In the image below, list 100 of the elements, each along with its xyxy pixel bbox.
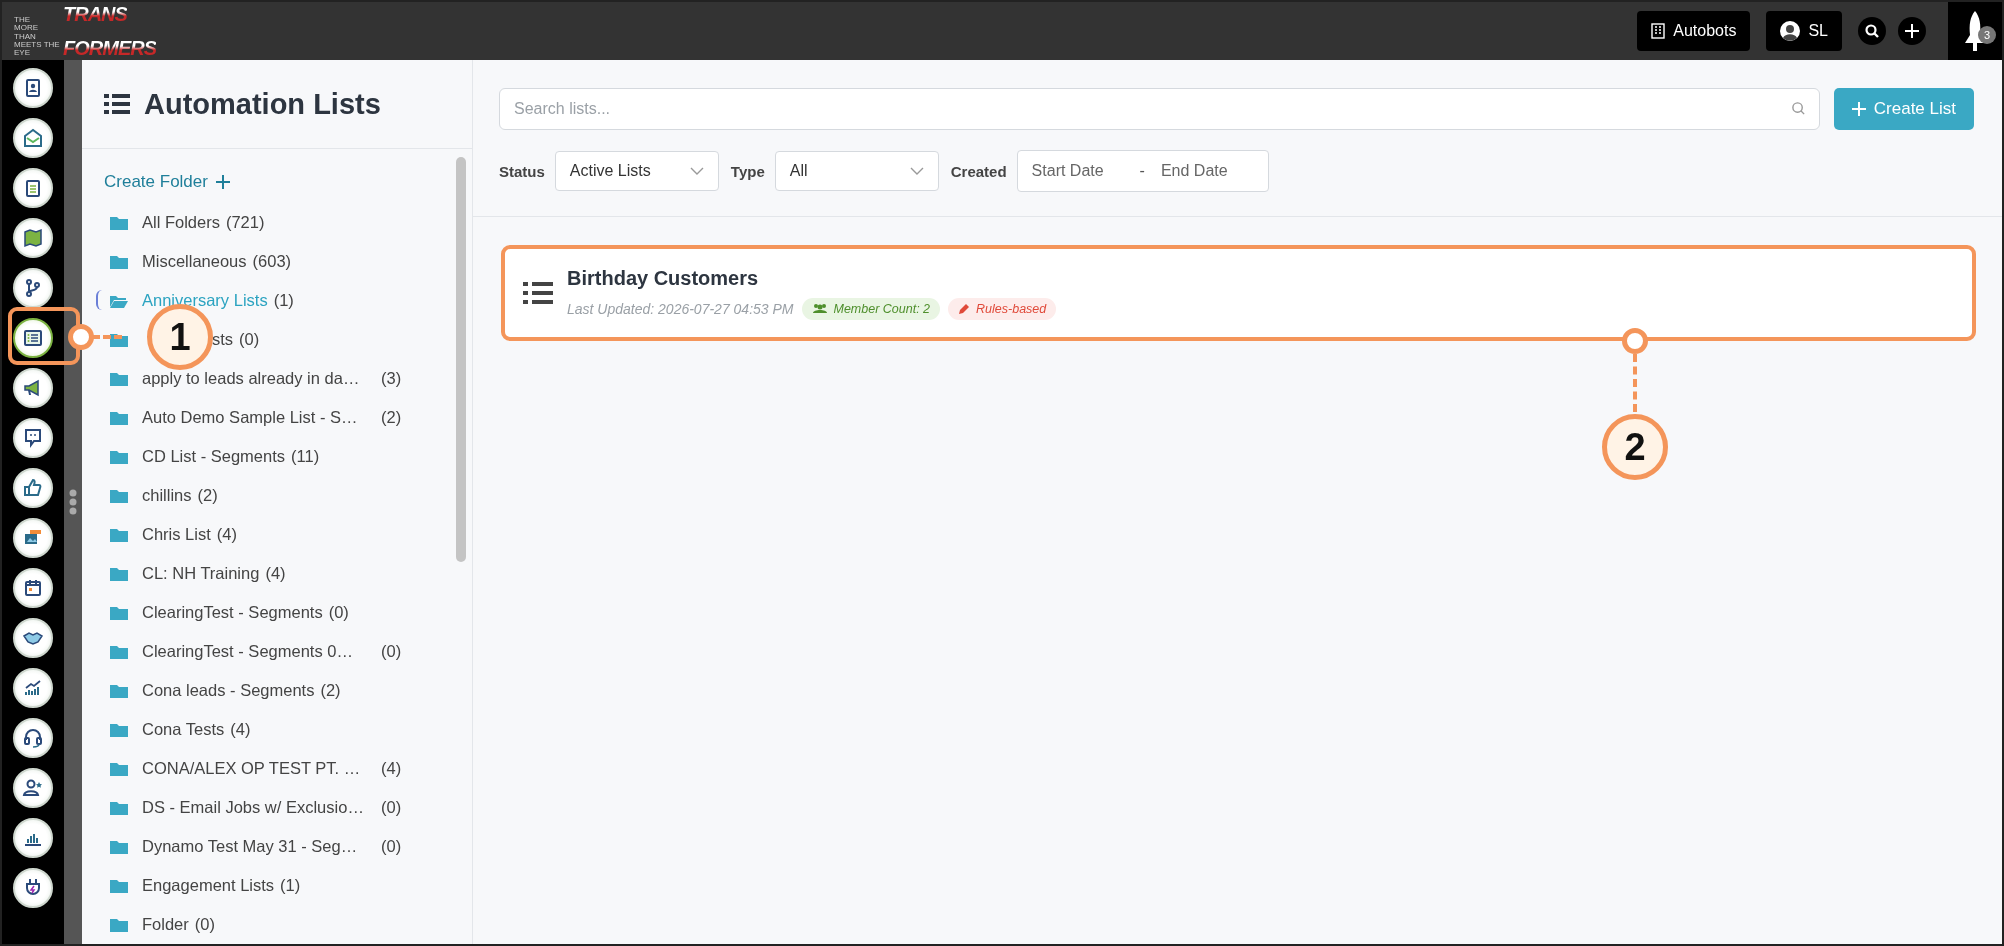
folder-icon: [110, 761, 128, 776]
folder-item[interactable]: Engagement Lists: [142, 876, 275, 895]
filter-label: Type: [730, 162, 765, 180]
map-icon: [21, 226, 45, 250]
folder-item[interactable]: Dynamo Test May 31 - Seg…: [142, 837, 367, 856]
list-icon: [104, 93, 130, 115]
folder-count: (11): [291, 447, 320, 466]
folder-count: (603): [252, 252, 292, 271]
folder-count: (4): [230, 720, 251, 739]
end-date-field[interactable]: End Date: [1158, 161, 1255, 181]
plus-icon: [1851, 102, 1866, 116]
type-dropdown[interactable]: All: [774, 151, 939, 191]
folder-count: (721): [225, 213, 265, 232]
folder-count: (4): [381, 759, 402, 778]
folder-item[interactable]: ClearingTest - Segments: [142, 603, 323, 622]
filter-label: Created: [950, 162, 1007, 180]
folder-item[interactable]: DS - Email Jobs w/ Exclusio…: [142, 798, 367, 817]
open-folder-icon: [110, 293, 128, 308]
nav-button[interactable]: [13, 268, 53, 308]
nav-button[interactable]: [13, 368, 53, 408]
list-icon: [523, 281, 553, 305]
nav-button[interactable]: [13, 618, 53, 658]
folder-item[interactable]: Cona leads - Segments: [142, 681, 315, 700]
folder-item[interactable]: apply to leads already in da…: [142, 369, 367, 388]
folder-count: (0): [194, 915, 215, 934]
folder-icon: [110, 215, 128, 230]
folder-item[interactable]: CONA/ALEX OP TEST PT. …: [142, 759, 367, 778]
nav-button[interactable]: [13, 818, 53, 858]
search-icon: [1790, 101, 1806, 116]
folder-count: (2): [197, 486, 218, 505]
rules-tag: Rules-based: [948, 297, 1057, 320]
user-button[interactable]: SL: [1766, 11, 1842, 51]
folder-icon: [110, 683, 128, 698]
plus-icon: [215, 175, 230, 189]
drag-handle-icon[interactable]: [69, 489, 77, 515]
notification-badge: 3: [1978, 26, 1996, 44]
folder-icon: [110, 449, 128, 464]
tag-icon: [958, 302, 971, 315]
folder-icon: [110, 254, 128, 269]
folder-count: (0): [381, 837, 402, 856]
callout-number: 2: [1602, 414, 1668, 480]
folder-icon: [110, 527, 128, 542]
search-icon: [1864, 23, 1880, 39]
folder-item[interactable]: ClearingTest - Segments 0…: [142, 642, 367, 661]
nav-button[interactable]: [13, 118, 53, 158]
folder-item[interactable]: CL: NH Training: [142, 564, 260, 583]
nav-button[interactable]: [13, 518, 53, 558]
search-button[interactable]: [1858, 17, 1886, 45]
scrollbar-thumb[interactable]: [456, 157, 466, 562]
chevron-down-icon: [909, 167, 924, 175]
add-button[interactable]: [1898, 17, 1926, 45]
folder-icon: [110, 878, 128, 893]
building-icon: [1651, 23, 1666, 39]
start-date-field[interactable]: Start Date: [1029, 161, 1126, 181]
list-title: Birthday Customers: [567, 266, 760, 290]
folder-item[interactable]: All Folders: [142, 213, 220, 232]
folder-count: (3): [381, 369, 402, 388]
folder-count: (2): [381, 408, 402, 427]
folder-item[interactable]: chillins: [142, 486, 192, 505]
nav-button[interactable]: [13, 868, 53, 908]
folder-item[interactable]: Miscellaneous: [142, 252, 247, 271]
folder-item[interactable]: sts: [212, 330, 234, 349]
folder-icon: [110, 917, 128, 932]
folder-icon: [110, 488, 128, 503]
folder-item[interactable]: CD List - Segments: [142, 447, 286, 466]
nav-button[interactable]: [13, 68, 53, 108]
nav-button[interactable]: [13, 468, 53, 508]
chevron-down-icon: [689, 167, 704, 175]
search-field[interactable]: Search lists...: [499, 88, 1820, 130]
nav-button[interactable]: [13, 318, 53, 358]
nav-button[interactable]: [13, 418, 53, 458]
nav-button[interactable]: [13, 668, 53, 708]
member-count-tag: Member Count: 2: [801, 297, 941, 320]
folder-count: (1): [273, 291, 294, 310]
folder-icon: [110, 722, 128, 737]
folder-item[interactable]: Cona Tests: [142, 720, 225, 739]
nav-button[interactable]: [13, 218, 53, 258]
folder-count: (4): [216, 525, 237, 544]
plus-icon: [1904, 23, 1920, 39]
folder-count: (0): [239, 330, 260, 349]
folder-item[interactable]: Chris List: [142, 525, 211, 544]
folder-icon: [110, 605, 128, 620]
nav-button[interactable]: [13, 718, 53, 758]
list-card[interactable]: Birthday Customers Last Updated: 2026-07-27 04:53 PM Member Count: 2 Rules-based: [501, 245, 1976, 341]
workspace-button[interactable]: Autobots: [1637, 11, 1751, 51]
users-icon: [811, 302, 828, 315]
folder-item[interactable]: Folder: [142, 915, 189, 934]
folder-icon: [110, 644, 128, 659]
nav-button[interactable]: [13, 768, 53, 808]
notifications-button[interactable]: 3: [1948, 2, 2002, 60]
panel-title: Automation Lists: [144, 87, 381, 121]
nav-button[interactable]: [13, 568, 53, 608]
folder-item[interactable]: Auto Demo Sample List - S…: [142, 408, 367, 427]
folder-icon: [110, 839, 128, 854]
nav-button[interactable]: [13, 168, 53, 208]
folder-icon: [110, 566, 128, 581]
folder-count: (0): [381, 642, 402, 661]
folder-count: (0): [328, 603, 349, 622]
create-folder-link[interactable]: Create Folder: [104, 165, 230, 199]
status-dropdown[interactable]: Active Lists: [554, 151, 719, 191]
